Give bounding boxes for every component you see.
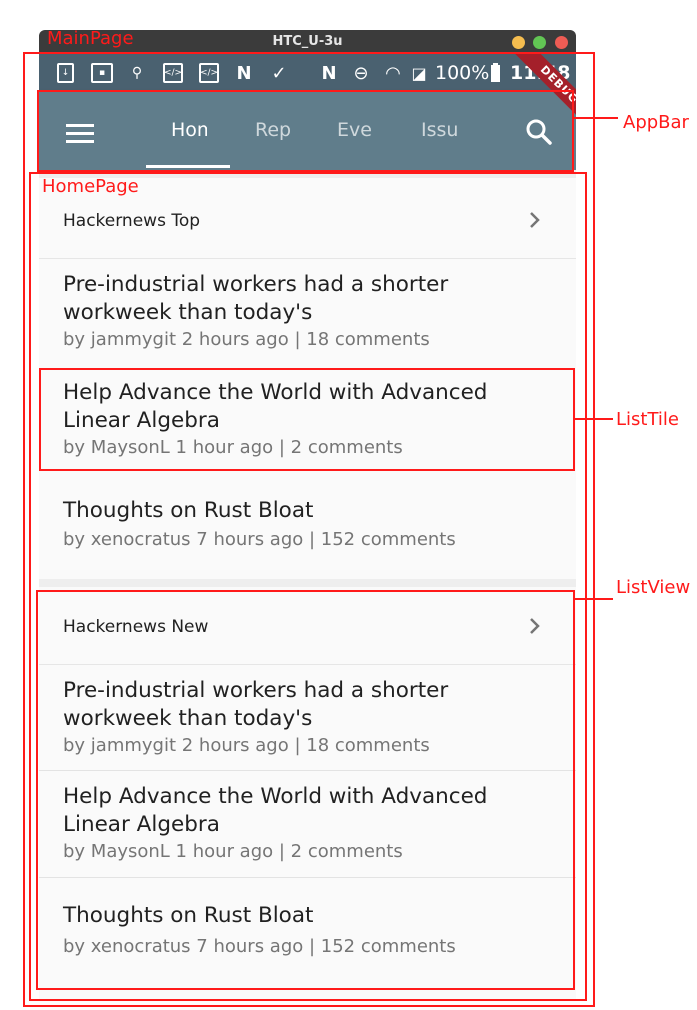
annotation-appbar-label: AppBar	[623, 112, 689, 133]
annotation-listtile-box	[39, 368, 575, 471]
annotation-mainpage-label: MainPage	[47, 28, 134, 49]
minimize-button[interactable]	[512, 36, 525, 49]
annotation-listtile-label: ListTile	[616, 409, 679, 430]
close-button[interactable]	[555, 36, 568, 49]
maximize-button[interactable]	[533, 36, 546, 49]
annotation-listtile-line	[575, 418, 613, 420]
annotation-listview-label: ListView	[616, 577, 691, 598]
annotation-appbar-line	[574, 117, 618, 119]
annotation-homepage-label: HomePage	[42, 176, 139, 197]
annotation-listview-line	[575, 598, 613, 600]
annotation-listview-box	[36, 590, 575, 990]
annotation-appbar-box	[37, 90, 574, 172]
